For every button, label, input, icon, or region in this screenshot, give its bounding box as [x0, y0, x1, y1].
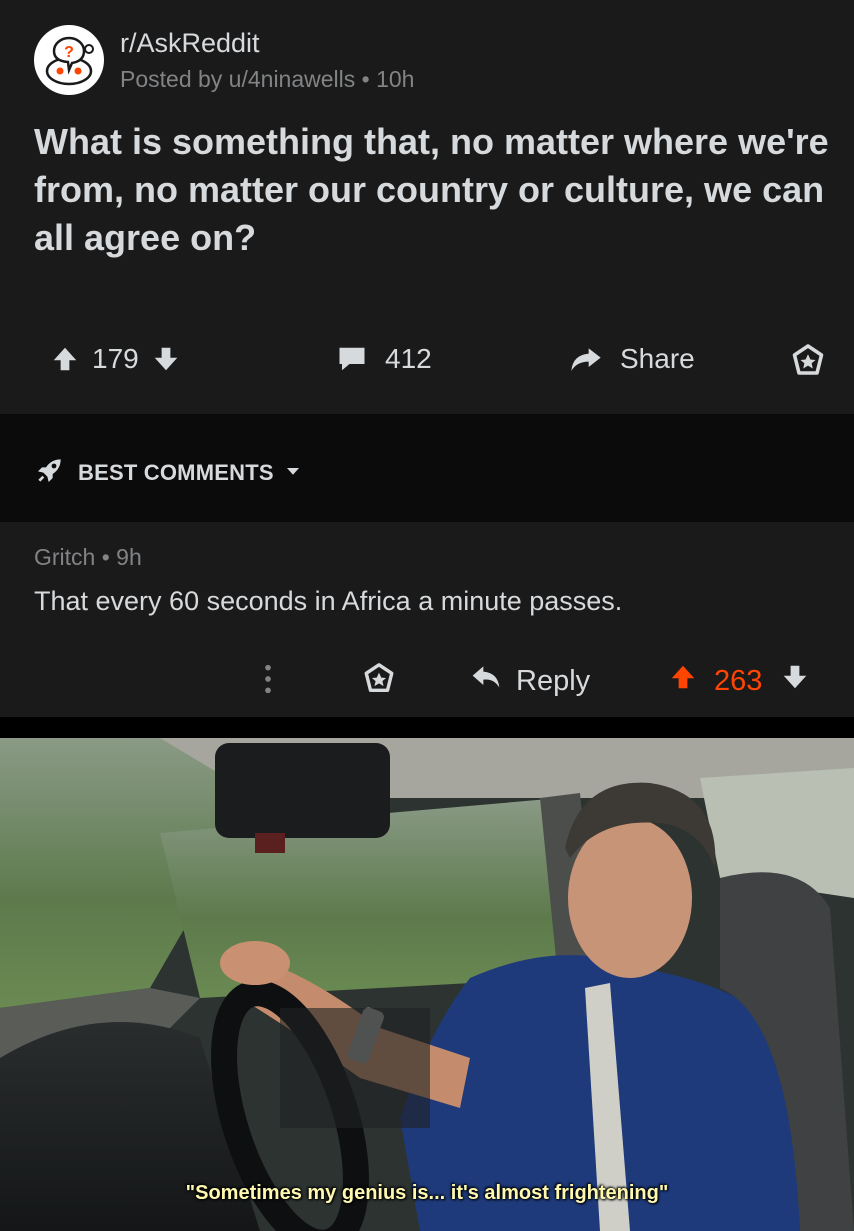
award-icon	[790, 343, 826, 379]
post-score: 179	[92, 343, 139, 374]
comment-score: 263	[714, 664, 763, 697]
post-vote-bar: 179	[50, 343, 181, 375]
subreddit-avatar[interactable]: ?	[34, 25, 104, 95]
share-button[interactable]: Share	[568, 343, 695, 375]
comment-sort-bar: BEST COMMENTS	[0, 414, 854, 522]
sort-label: BEST COMMENTS	[78, 460, 274, 485]
upvote-icon[interactable]	[50, 344, 80, 374]
award-icon	[362, 662, 396, 701]
svg-text:?: ?	[64, 44, 74, 61]
sort-dropdown[interactable]: BEST COMMENTS	[34, 454, 302, 492]
upvote-active-icon[interactable]	[668, 662, 698, 700]
share-icon	[568, 343, 604, 375]
askreddit-logo-icon: ?	[35, 26, 103, 94]
share-label: Share	[620, 343, 695, 374]
comment-meta[interactable]: Gritch • 9h	[34, 544, 142, 571]
reply-icon	[470, 662, 502, 700]
post-title[interactable]: What is something that, no matter where …	[34, 118, 834, 262]
comment: Gritch • 9h That every 60 seconds in Afr…	[0, 522, 854, 717]
comments-button[interactable]: 412	[335, 343, 432, 375]
more-vertical-icon	[260, 662, 276, 701]
subreddit-name[interactable]: r/AskReddit	[120, 28, 260, 59]
post-card: ? r/AskReddit Posted by u/4ninawells • 1…	[0, 0, 854, 414]
meme-caption: "Sometimes my genius is... it's almost f…	[185, 1182, 669, 1204]
reply-button[interactable]: Reply	[470, 662, 590, 700]
reply-label: Reply	[516, 664, 591, 697]
comment-award-button[interactable]	[362, 662, 396, 701]
downvote-icon[interactable]	[151, 344, 181, 374]
car-interior-scene	[0, 738, 854, 1231]
meme-image	[0, 738, 854, 1231]
comment-vote-bar: 263	[668, 662, 810, 700]
comment-count: 412	[385, 343, 432, 374]
award-button[interactable]	[790, 343, 826, 379]
more-options-button[interactable]	[260, 662, 276, 701]
downvote-icon[interactable]	[780, 662, 810, 700]
post-meta: Posted by u/4ninawells • 10h	[120, 66, 415, 92]
rocket-icon	[34, 454, 66, 492]
comment-icon	[335, 344, 369, 374]
chevron-down-icon	[284, 460, 302, 486]
comment-body: That every 60 seconds in Africa a minute…	[34, 586, 623, 616]
